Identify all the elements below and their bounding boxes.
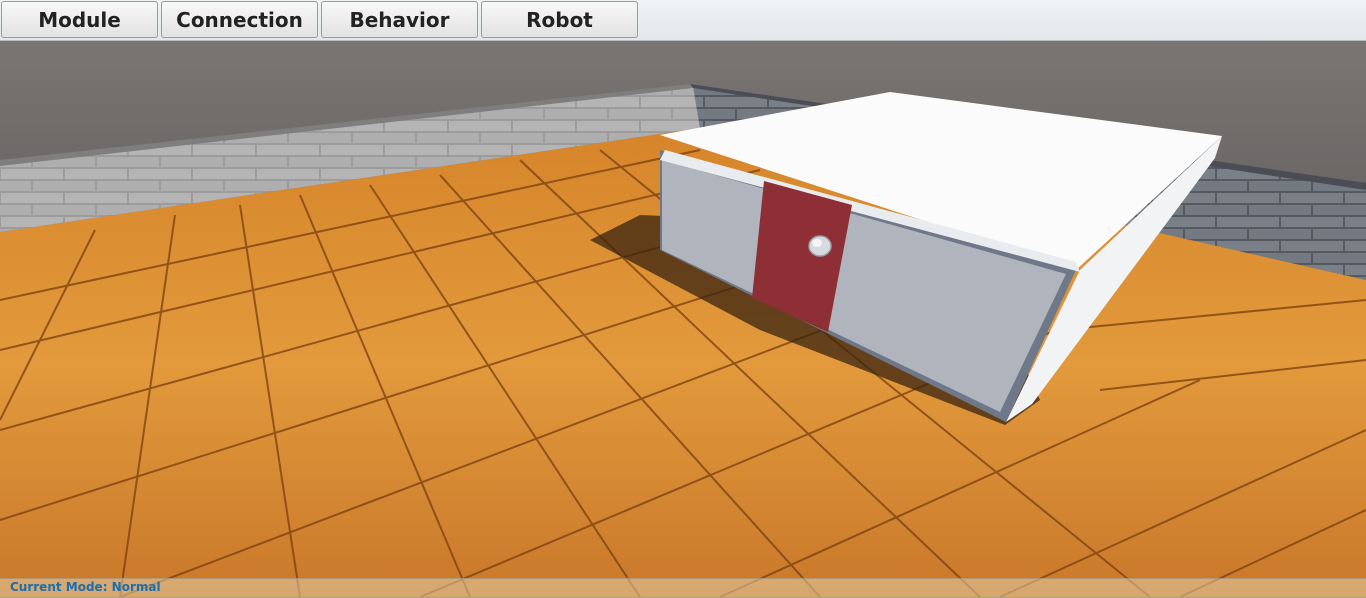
robot-button[interactable]: Robot: [481, 1, 638, 38]
connection-button[interactable]: Connection: [161, 1, 318, 38]
top-menu-bar: Module Connection Behavior Robot: [0, 0, 1366, 41]
behavior-button[interactable]: Behavior: [321, 1, 478, 38]
3d-viewport[interactable]: [0, 0, 1366, 597]
module-button[interactable]: Module: [1, 1, 158, 38]
current-mode-text: Current Mode: Normal: [10, 580, 161, 594]
connector-knob-highlight: [812, 239, 822, 247]
status-bar: Current Mode: Normal: [0, 578, 1366, 598]
